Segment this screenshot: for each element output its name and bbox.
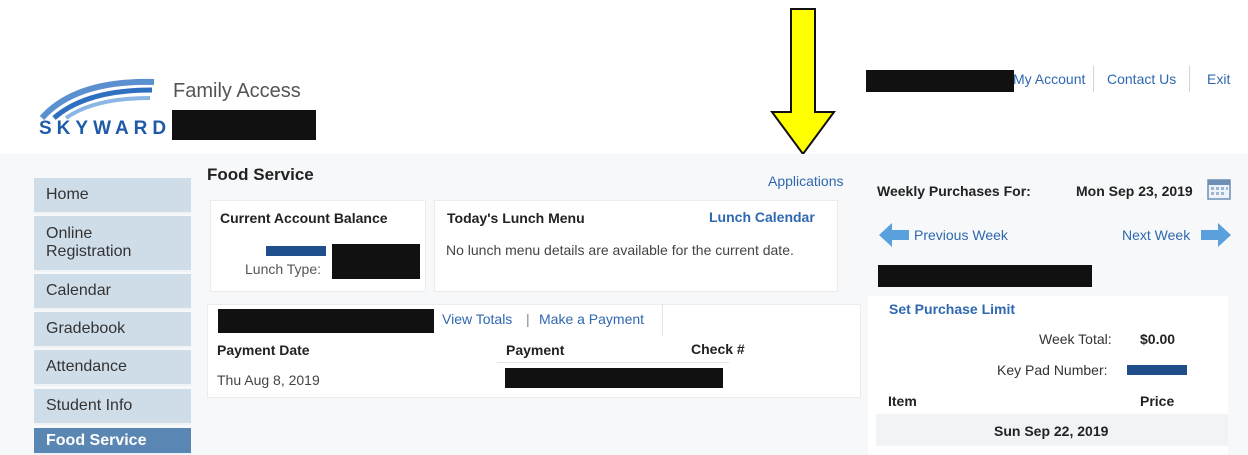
col-item: Item	[888, 393, 917, 409]
col-payment: Payment	[506, 342, 565, 358]
lunch-menu-heading: Today's Lunch Menu	[447, 210, 585, 226]
day-header: Sun Sep 22, 2019	[994, 423, 1109, 439]
applications-link[interactable]: Applications	[768, 173, 844, 189]
previous-week-link[interactable]: Previous Week	[914, 227, 1008, 243]
contact-us-link[interactable]: Contact Us	[1107, 71, 1176, 87]
header-divider	[497, 362, 729, 363]
weekly-purchases-label: Weekly Purchases For:	[877, 183, 1031, 199]
lunch-type-label: Lunch Type:	[245, 261, 322, 277]
lunch-menu-message: No lunch menu details are available for …	[446, 242, 794, 258]
link-separator: |	[526, 311, 530, 327]
nav-student-info[interactable]: Student Info	[34, 389, 191, 425]
redacted-student-account	[218, 309, 434, 333]
redacted-student-name	[172, 110, 316, 140]
week-total-label: Week Total:	[1039, 331, 1112, 347]
make-payment-link[interactable]: Make a Payment	[539, 311, 644, 327]
lunch-calendar-link[interactable]: Lunch Calendar	[709, 209, 815, 225]
redacted-user-name	[866, 70, 1014, 92]
link-separator	[1093, 66, 1094, 92]
link-separator	[1189, 66, 1190, 92]
arrow-right-icon[interactable]	[1200, 222, 1232, 248]
nav-online-registration[interactable]: Online Registration	[34, 216, 191, 272]
redacted-student-info	[878, 265, 1092, 287]
view-totals-link[interactable]: View Totals	[442, 311, 512, 327]
payment-date-cell: Thu Aug 8, 2019	[217, 372, 320, 388]
col-price: Price	[1140, 393, 1175, 409]
exit-link[interactable]: Exit	[1207, 71, 1230, 87]
nav-food-service[interactable]: Food Service	[34, 428, 191, 455]
page-title: Food Service	[207, 165, 314, 184]
week-total-value: $0.00	[1140, 331, 1176, 347]
skyward-logo-text: SKYWARD	[39, 118, 172, 139]
skyward-logo-swoosh-icon	[39, 78, 155, 121]
keypad-label: Key Pad Number:	[997, 362, 1108, 378]
redacted-keypad-number	[1127, 365, 1187, 375]
my-account-link[interactable]: My Account	[1013, 71, 1085, 87]
redacted-payment-amount	[505, 368, 723, 388]
balance-heading: Current Account Balance	[220, 210, 388, 226]
col-payment-date: Payment Date	[217, 342, 310, 358]
annotation-arrow-icon	[770, 8, 836, 156]
col-check-number: Check #	[691, 341, 745, 357]
nav-calendar[interactable]: Calendar	[34, 274, 191, 310]
nav-gradebook[interactable]: Gradebook	[34, 312, 191, 348]
redacted-balance-value	[266, 246, 326, 256]
arrow-left-icon[interactable]	[878, 222, 910, 248]
tab-divider	[662, 304, 663, 336]
app-title: Family Access	[173, 80, 301, 102]
nav-home[interactable]: Home	[34, 178, 191, 214]
calendar-icon[interactable]	[1207, 178, 1231, 200]
next-week-link[interactable]: Next Week	[1122, 227, 1190, 243]
weekly-date: Mon Sep 23, 2019	[1076, 183, 1193, 199]
redacted-lunch-type	[332, 244, 420, 279]
nav-attendance[interactable]: Attendance	[34, 350, 191, 386]
set-purchase-limit-link[interactable]: Set Purchase Limit	[889, 301, 1015, 317]
